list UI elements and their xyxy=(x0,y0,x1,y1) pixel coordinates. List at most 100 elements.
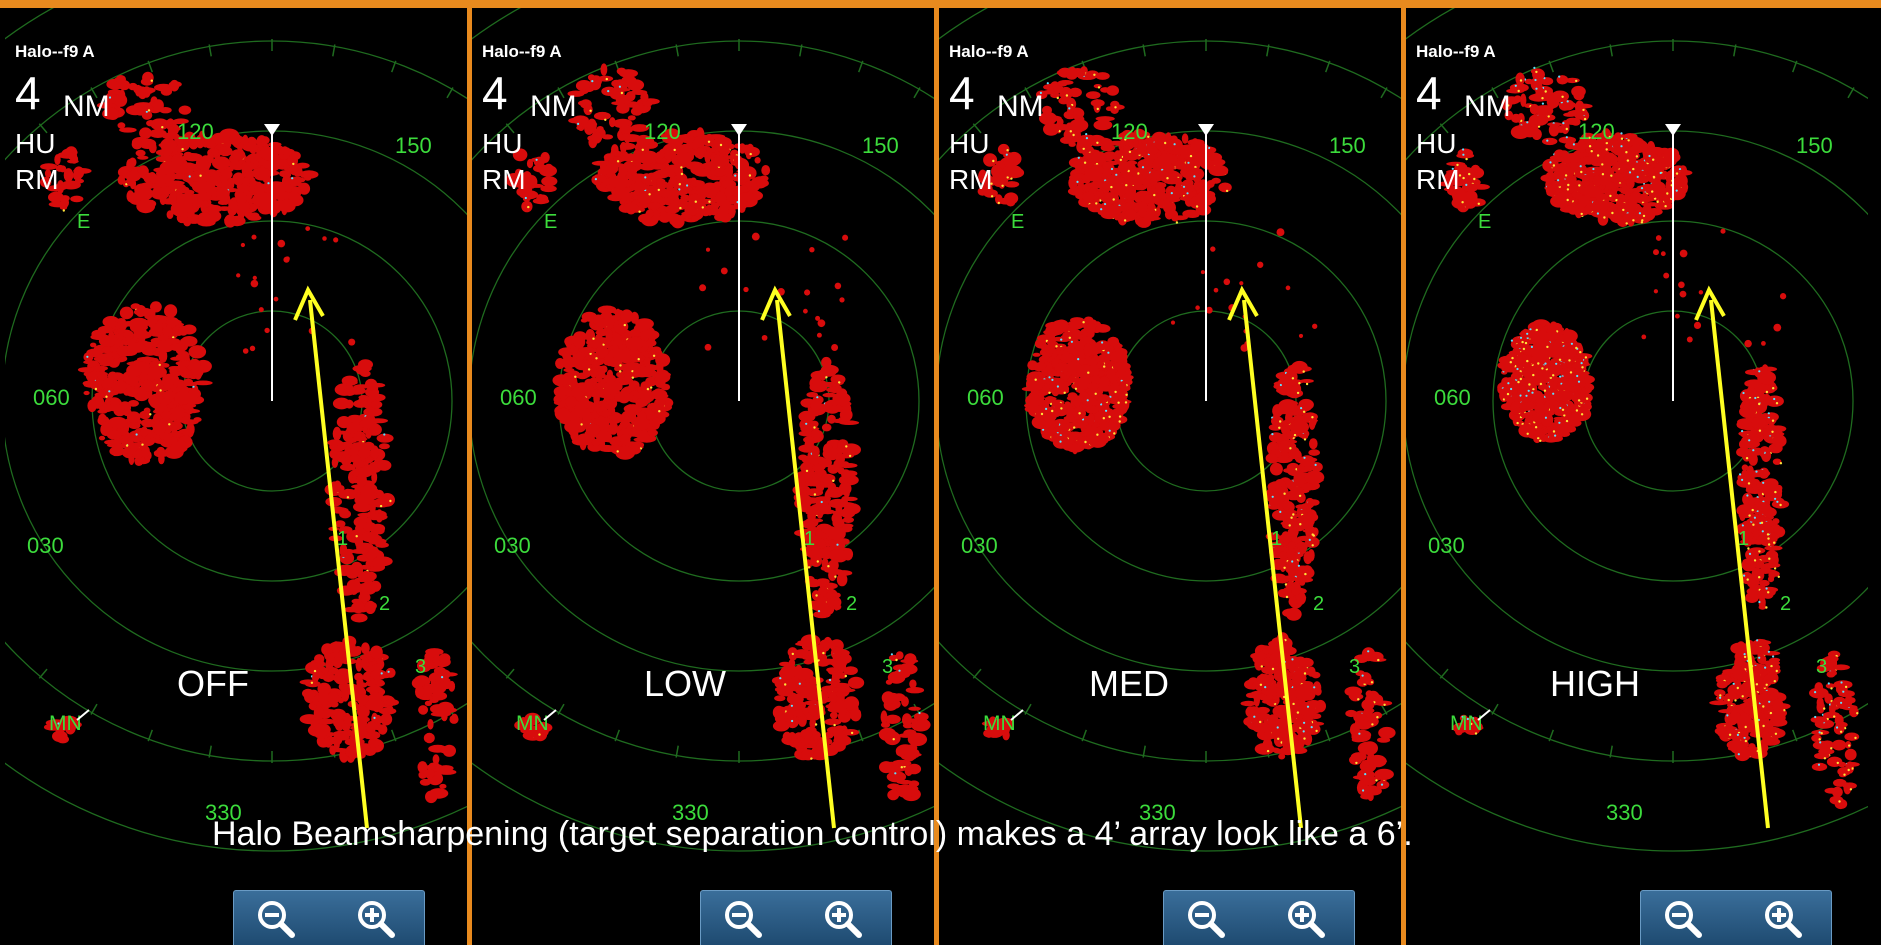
echo-east-strip xyxy=(792,356,861,619)
echo-small-target xyxy=(815,315,821,321)
echo-west-landmass xyxy=(1497,319,1595,444)
radar-display: 120150060030330EMN123 xyxy=(472,8,934,852)
zoom-in-button[interactable] xyxy=(1284,897,1328,941)
zoom-in-button[interactable] xyxy=(821,897,865,941)
bearing-label-mn: MN xyxy=(1450,712,1483,735)
echo-small-target xyxy=(273,296,279,302)
range-value[interactable]: 4 xyxy=(949,70,975,116)
radar-display: 120150060030330EMN123 xyxy=(939,8,1401,852)
echo-small-target xyxy=(1641,334,1647,340)
range-ring-label: 3 xyxy=(882,656,893,678)
range-ring-label: 3 xyxy=(1349,656,1360,678)
echo-west-landmass xyxy=(77,301,213,466)
echo-small-target xyxy=(1679,290,1687,298)
bearing-label-b030: 030 xyxy=(27,533,64,558)
echo-small-target xyxy=(1239,281,1244,286)
bearing-label-mn: MN xyxy=(983,712,1016,735)
heading-marker xyxy=(731,124,747,136)
echo-small-target xyxy=(236,273,241,278)
range-value[interactable]: 4 xyxy=(1416,70,1442,116)
echo-small-target xyxy=(831,344,839,351)
bearing-label-mn: MN xyxy=(49,712,82,735)
zoom-in-icon xyxy=(358,901,395,938)
echo-small-target xyxy=(1679,249,1688,258)
heading-marker xyxy=(1198,124,1214,136)
radar-source-label: Halo--f9 A xyxy=(1416,42,1496,61)
range-ring-label: 2 xyxy=(379,593,390,615)
echo-small-target xyxy=(1653,289,1659,294)
zoom-out-button[interactable] xyxy=(254,897,298,941)
echo-small-target xyxy=(1653,249,1659,256)
orientation-mode[interactable]: HU xyxy=(15,128,55,160)
top-frame xyxy=(0,0,1881,8)
zoom-out-button[interactable] xyxy=(1184,897,1228,941)
radar-display: 120150060030330EMN123 xyxy=(1406,8,1868,852)
zoom-in-button[interactable] xyxy=(354,897,398,941)
beamsharpening-setting-label: MED xyxy=(1089,663,1169,704)
echo-north-cluster xyxy=(591,127,771,229)
range-ring-label: 3 xyxy=(415,656,426,678)
radar-display: 120150060030330EMN123 xyxy=(5,8,467,852)
beamsharpening-setting-label: HIGH xyxy=(1550,663,1640,704)
echo-small-target xyxy=(1698,290,1704,295)
echo-small-target xyxy=(305,226,311,231)
echo-west-landmass xyxy=(552,305,674,460)
range-ring-label: 1 xyxy=(337,528,348,550)
bearing-label-east: E xyxy=(544,211,557,233)
range-ring-label: 1 xyxy=(804,528,815,550)
echo-east-strip xyxy=(324,359,395,623)
zoom-in-button[interactable] xyxy=(1761,897,1805,941)
zoom-out-button[interactable] xyxy=(1661,897,1705,941)
echo-small-target xyxy=(743,286,749,293)
bearing-label-b030: 030 xyxy=(1428,533,1465,558)
echo-small-target xyxy=(283,256,290,263)
echo-small-target xyxy=(1276,228,1285,237)
orientation-mode[interactable]: HU xyxy=(482,128,522,160)
echo-small-target xyxy=(1223,278,1231,286)
range-ring-label: 1 xyxy=(1271,528,1282,550)
zoom-in-icon xyxy=(1288,901,1325,938)
bearing-label-b120: 120 xyxy=(1578,119,1615,144)
echo-small-target xyxy=(705,247,711,252)
motion-mode[interactable]: RM xyxy=(15,164,59,196)
orientation-mode[interactable]: HU xyxy=(949,128,989,160)
echo-small-target xyxy=(277,239,286,248)
range-value[interactable]: 4 xyxy=(15,70,41,116)
heading-marker xyxy=(264,124,280,136)
echo-small-target xyxy=(1744,339,1752,348)
range-unit: NM xyxy=(63,90,110,123)
range-ring-label: 2 xyxy=(846,593,857,615)
echo-small-target xyxy=(1257,261,1264,268)
motion-mode[interactable]: RM xyxy=(949,164,993,196)
range-ring-label: 3 xyxy=(1816,656,1827,678)
echo-small-target xyxy=(1686,336,1693,343)
radar-source-label: Halo--f9 A xyxy=(15,42,95,61)
range-unit: NM xyxy=(997,90,1044,123)
radar-panel-off[interactable]: 120 150 060 030 330 E MN 1 2 3 Halo--f9 A 4 NM HU… xyxy=(5,8,467,945)
echo-small-target xyxy=(809,247,815,253)
radar-panel-low[interactable]: 120 150 060 030 330 E MN 1 2 3 Halo--f9 A 4 NM HU… xyxy=(472,8,934,945)
range-value[interactable]: 4 xyxy=(482,70,508,116)
echo-small-target xyxy=(252,275,257,281)
zoom-out-button[interactable] xyxy=(721,897,765,941)
echo-small-target xyxy=(1170,320,1176,325)
bearing-label-b150: 150 xyxy=(1329,133,1366,158)
echo-small-target xyxy=(699,284,707,292)
echo-small-target xyxy=(803,308,808,314)
radar-panel-med[interactable]: 120 150 060 030 330 E MN 1 2 3 Halo--f9 A 4 NM HU… xyxy=(939,8,1401,945)
zoom-control xyxy=(1163,890,1355,945)
motion-mode[interactable]: RM xyxy=(482,164,526,196)
echo-east-strip xyxy=(1736,364,1790,610)
bearing-label-b030: 030 xyxy=(494,533,531,558)
zoom-out-icon xyxy=(1665,901,1702,938)
echo-small-target xyxy=(704,343,712,351)
zoom-out-icon xyxy=(1188,901,1225,938)
echo-small-target xyxy=(1655,235,1662,241)
echo-small-target xyxy=(333,237,339,243)
bearing-label-mn: MN xyxy=(516,712,549,735)
echo-small-target xyxy=(1674,313,1680,319)
motion-mode[interactable]: RM xyxy=(1416,164,1460,196)
radar-panel-high[interactable]: 120 150 060 030 330 E MN 1 2 3 Halo--f9 A 4 NM HU… xyxy=(1406,8,1868,945)
orientation-mode[interactable]: HU xyxy=(1416,128,1456,160)
echo-small-target xyxy=(834,282,842,290)
